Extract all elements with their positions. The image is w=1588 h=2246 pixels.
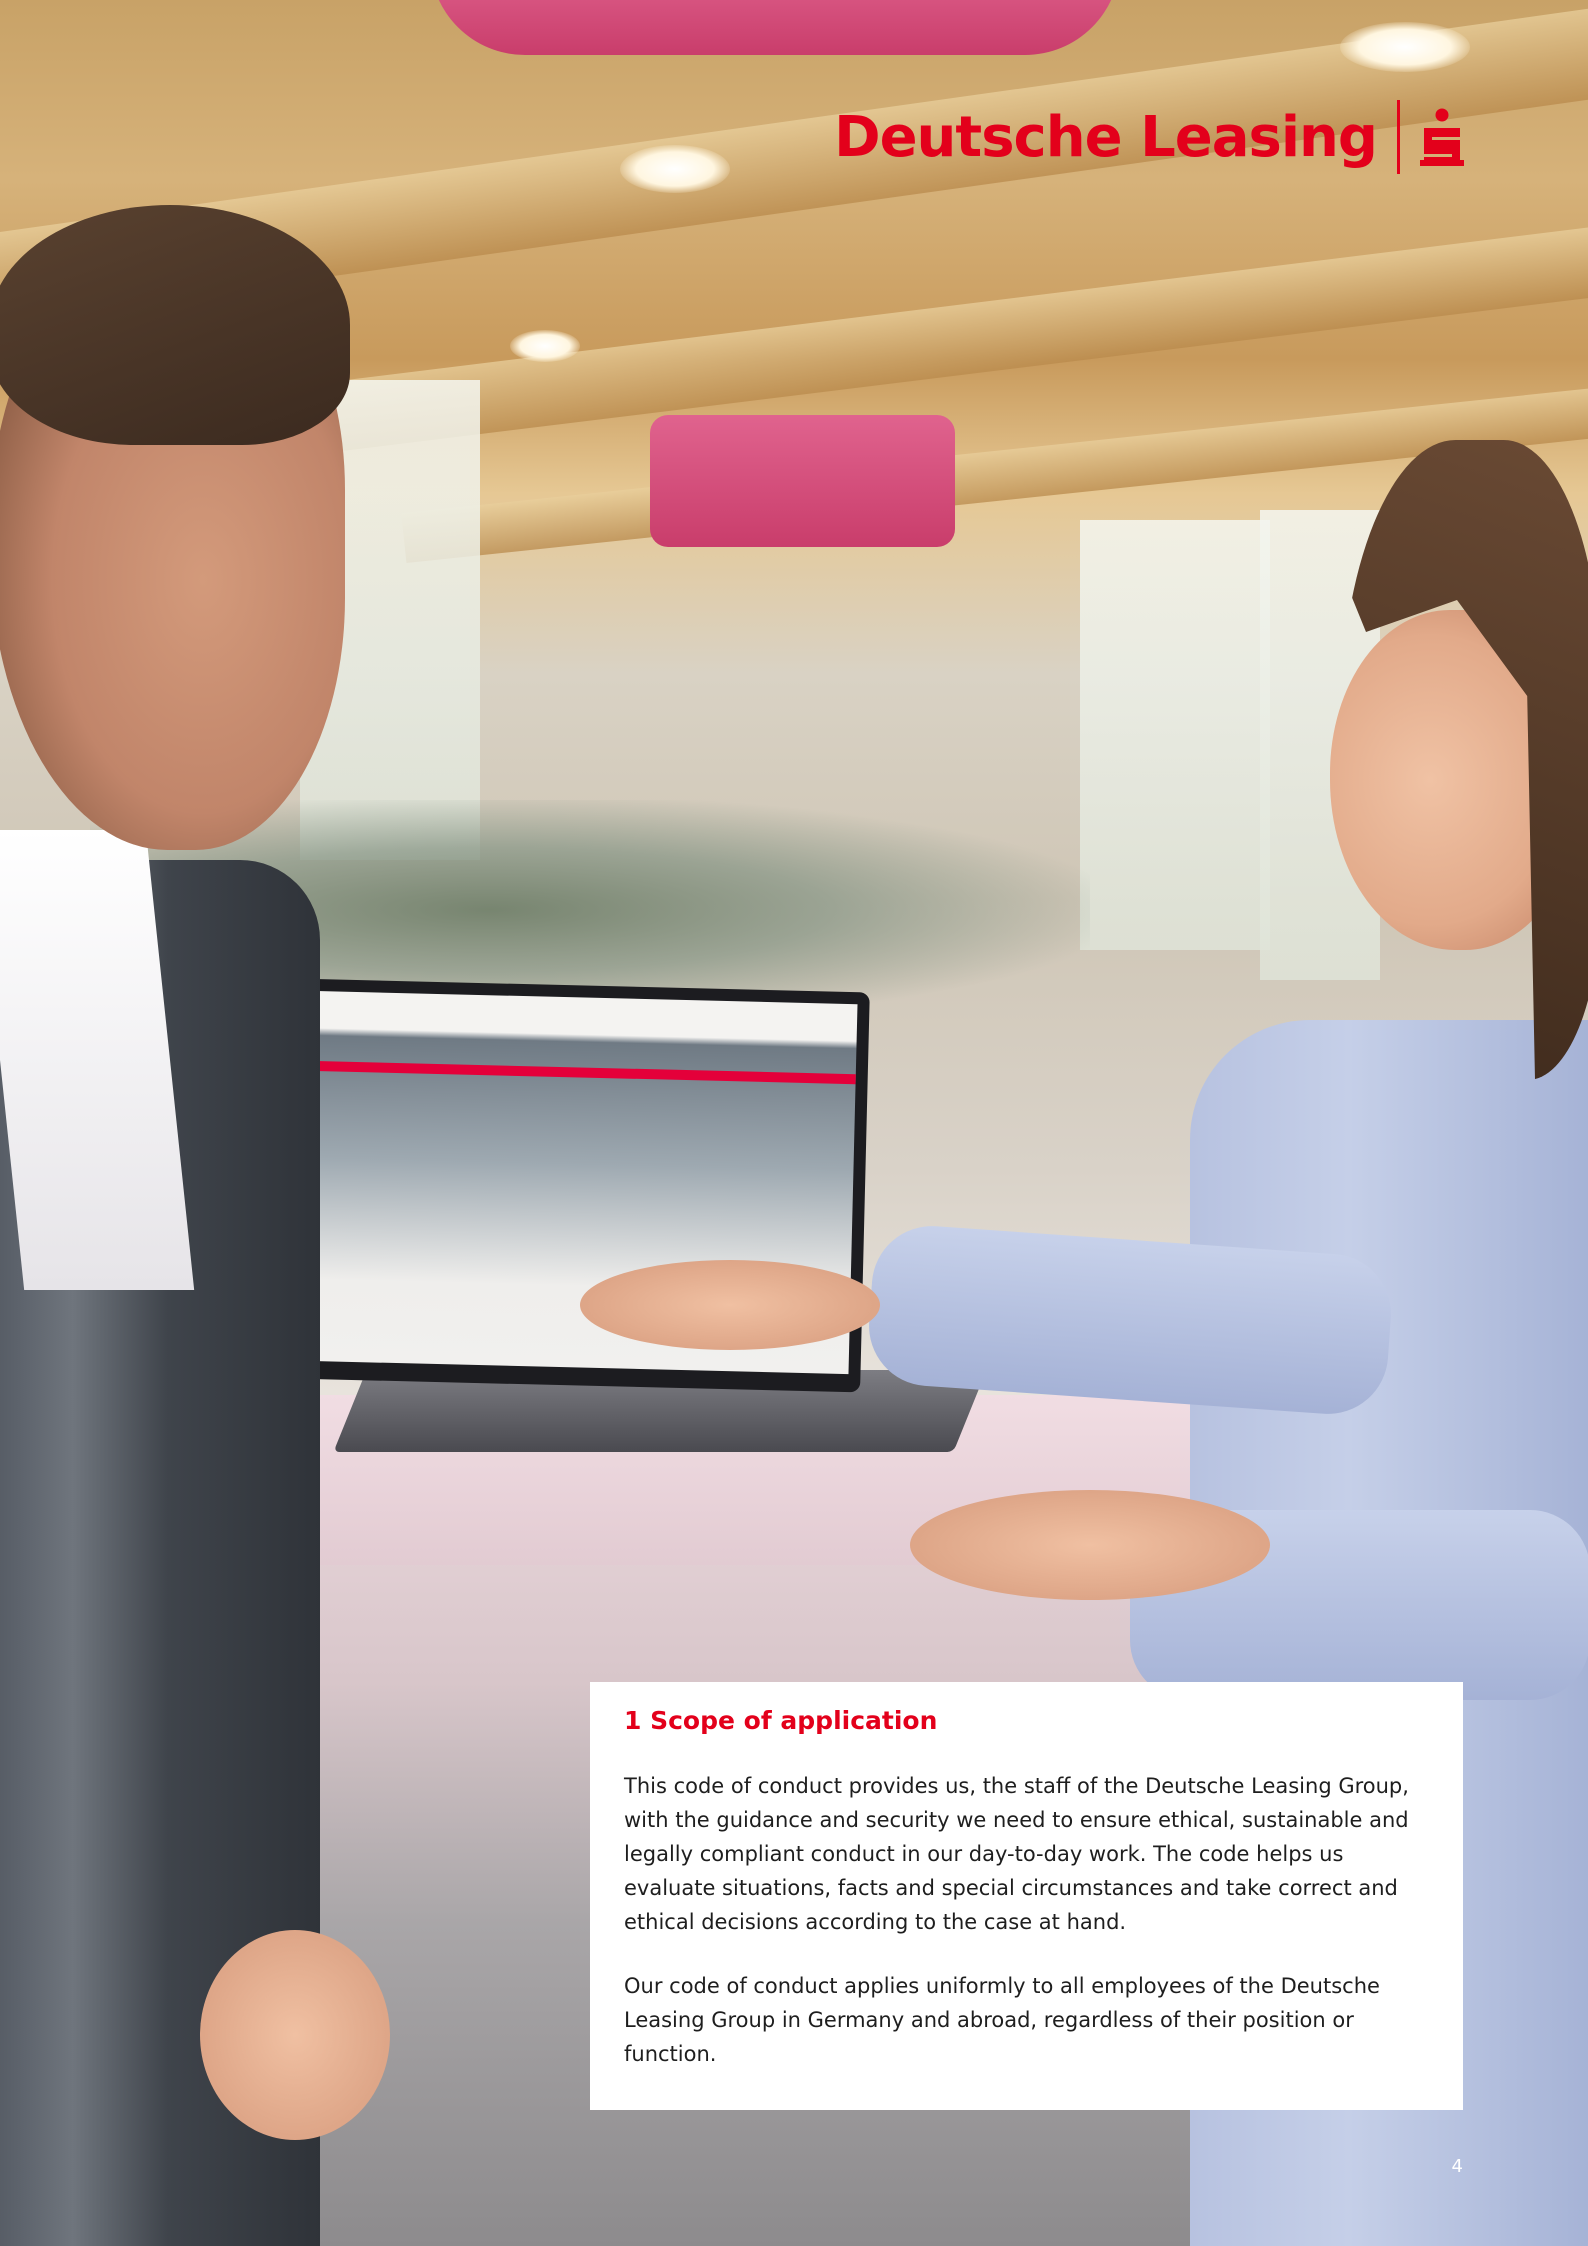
sparkasse-s-icon bbox=[1420, 108, 1464, 166]
logo-divider bbox=[1397, 100, 1400, 174]
section-heading: 1 Scope of application bbox=[624, 1706, 938, 1735]
scope-section: 1 Scope of application This code of cond… bbox=[590, 1682, 1463, 2110]
brand-name: Deutsche Leasing bbox=[834, 104, 1378, 170]
section-paragraph-2: Our code of conduct applies uniformly to… bbox=[624, 1974, 1380, 2066]
brand-logo: Deutsche Leasing bbox=[834, 100, 1464, 174]
section-paragraph-1: This code of conduct provides us, the st… bbox=[624, 1774, 1409, 1934]
page-number: 4 bbox=[1451, 2156, 1463, 2177]
